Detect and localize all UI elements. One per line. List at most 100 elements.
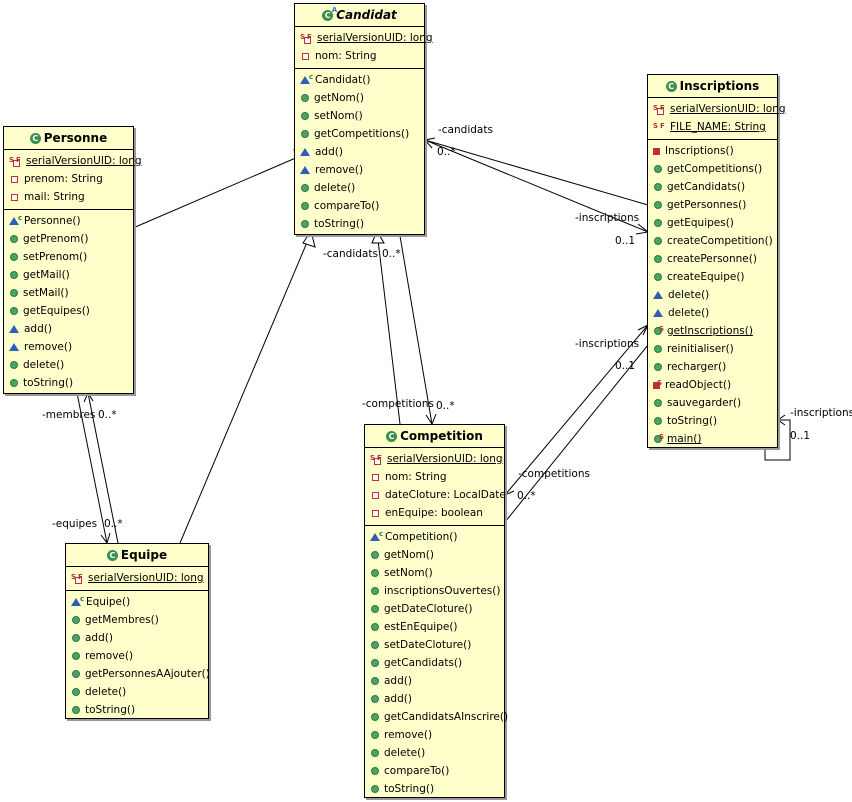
attribute: nom: String: [365, 468, 504, 486]
operation: c Competition(): [365, 528, 504, 546]
private-icon: [372, 491, 379, 499]
operation: inscriptionsOuvertes(): [365, 582, 504, 600]
edge-label-competitions-right: -competitions: [518, 468, 590, 480]
operation: add(): [4, 320, 133, 338]
public-icon: [654, 363, 662, 371]
class-header: CCandidat: [295, 4, 424, 27]
operation: setPrenom(): [4, 248, 133, 266]
package-icon: [300, 166, 310, 174]
public-icon: [72, 616, 80, 624]
operation: delete(): [66, 683, 208, 701]
private-icon: [372, 473, 379, 481]
operation: SreadObject(): [648, 376, 777, 394]
edge-label-membres: -membres: [42, 409, 96, 421]
public-icon: [10, 307, 18, 315]
operation: getMail(): [4, 266, 133, 284]
public-icon: [371, 785, 379, 793]
operation: remove(): [66, 647, 208, 665]
operation: getEquipes(): [648, 214, 777, 232]
operation: delete(): [295, 179, 424, 197]
public-icon: [72, 706, 80, 714]
operation: setNom(): [295, 107, 424, 125]
constructor-icon: c: [370, 530, 383, 541]
public-icon: [654, 201, 662, 209]
edge-mult-inscriptions-mid: 0..1: [615, 360, 636, 372]
package-icon: [9, 325, 19, 333]
public-icon: [654, 183, 662, 191]
operation: Inscriptions(): [648, 142, 777, 160]
operation: remove(): [295, 161, 424, 179]
public-icon: [10, 289, 18, 297]
attribute-compartment: S FserialVersionUID: long: [66, 567, 208, 591]
operation: estEnEquipe(): [365, 618, 504, 636]
class-competition[interactable]: C Competition S FserialVersionUID: long no…: [364, 424, 508, 801]
operation: getNom(): [365, 546, 504, 564]
attribute-compartment: S FserialVersionUID: long prenom: String …: [4, 150, 142, 210]
operation: compareTo(): [295, 197, 424, 215]
class-icon: C: [29, 132, 41, 144]
operation: toString(): [648, 412, 777, 430]
edge-mult-competitions-mid: 0..*: [436, 400, 455, 412]
package-icon: [653, 309, 663, 317]
operation: c Equipe(): [66, 593, 208, 611]
operation: add(): [295, 143, 424, 161]
attribute: enEquipe: boolean: [365, 504, 504, 522]
edge-label-candidats-mid: -candidats: [323, 248, 378, 260]
public-icon: [371, 659, 379, 667]
operation: sauvegarder(): [648, 394, 777, 412]
static-public-icon: S: [654, 325, 664, 335]
attribute: mail: String: [4, 188, 133, 206]
operation: delete(): [648, 304, 777, 322]
attribute: S FserialVersionUID: long: [653, 103, 786, 115]
class-name: Candidat: [336, 8, 397, 22]
operation-compartment: c Competition() getNom() setNom() inscrip…: [365, 526, 508, 801]
private-icon: [11, 193, 18, 201]
operation: reinitialiser(): [648, 340, 777, 358]
public-icon: [10, 361, 18, 369]
edge-label-inscriptions-mid: -inscriptions: [575, 338, 640, 350]
operation: getDateCloture(): [365, 600, 504, 618]
attribute: prenom: String: [4, 170, 133, 188]
operation: getPersonnesAAjouter(): [66, 665, 210, 683]
operation: getMembres(): [66, 611, 208, 629]
class-name: Equipe: [120, 548, 168, 562]
public-icon: [371, 695, 379, 703]
class-equipe[interactable]: C Equipe S FserialVersionUID: long c Equipe…: [65, 543, 210, 719]
constructor-icon: c: [300, 73, 313, 84]
class-header: C Equipe: [66, 544, 208, 567]
attribute: S FserialVersionUID: long: [300, 32, 433, 44]
public-icon: [371, 605, 379, 613]
operation: add(): [365, 690, 504, 708]
attribute: dateCloture: LocalDate: [365, 486, 506, 504]
operation: setDateCloture(): [365, 636, 504, 654]
edge-label-competitions-mid: -competitions: [362, 398, 434, 410]
edge-mult-candidats-top: 0..*: [437, 146, 456, 158]
operation-compartment: c Candidat() getNom() setNom() getCompeti…: [295, 69, 424, 236]
public-icon: [301, 94, 309, 102]
operation: c Candidat(): [295, 71, 424, 89]
operation: getEquipes(): [4, 302, 133, 320]
operation: getPersonnes(): [648, 196, 777, 214]
operation: c Personne(): [4, 212, 133, 230]
public-icon: [654, 399, 662, 407]
operation: getCandidats(): [648, 178, 777, 196]
generalization-competition-candidat: [377, 239, 401, 425]
edge-mult-membres: 0..*: [98, 409, 117, 421]
class-personne[interactable]: C Personne S FserialVersionUID: long preno…: [3, 126, 142, 394]
class-inscriptions[interactable]: C Inscriptions S FserialVersionUID: long S…: [647, 74, 786, 448]
class-candidat[interactable]: CCandidat SFserialVersionUID: long nom: …: [294, 3, 433, 236]
public-icon: [371, 713, 379, 721]
association-candidat-competition: [399, 235, 433, 425]
public-icon: [72, 688, 80, 696]
private-icon: [372, 509, 379, 517]
public-icon: [654, 237, 662, 245]
private-icon: [302, 52, 309, 60]
operation: getCandidats(): [365, 654, 504, 672]
operation: recharger(): [648, 358, 777, 376]
class-header: C Personne: [4, 127, 133, 150]
public-icon: [654, 273, 662, 281]
attribute-compartment: S FserialVersionUID: long nom: String dat…: [365, 448, 506, 526]
public-icon: [72, 652, 80, 660]
constructor-icon: c: [9, 214, 22, 225]
attribute-compartment: S FserialVersionUID: long S F FILE_NAME: St…: [648, 98, 786, 140]
